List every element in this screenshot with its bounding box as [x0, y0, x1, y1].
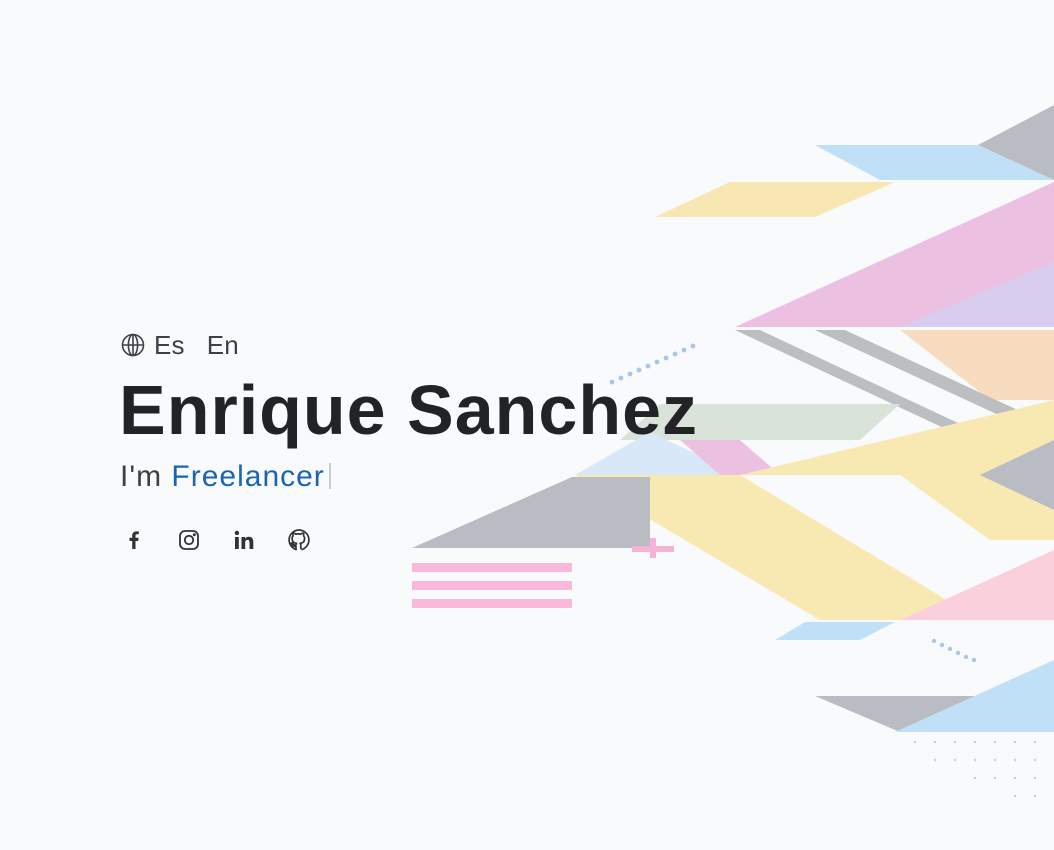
facebook-icon	[122, 528, 146, 552]
globe-icon	[120, 332, 146, 358]
tagline-role: Freelancer	[171, 460, 325, 493]
github-link[interactable]	[287, 528, 311, 552]
hero-section: Es En Enrique Sanchez I'm Freelancer	[119, 330, 699, 552]
typing-cursor	[328, 463, 331, 489]
instagram-icon	[177, 528, 201, 552]
linkedin-link[interactable]	[232, 528, 256, 552]
social-links	[122, 528, 698, 552]
tagline-prefix: I'm	[120, 460, 163, 493]
language-option-en[interactable]: En	[207, 330, 239, 360]
facebook-link[interactable]	[122, 528, 146, 552]
hero-tagline: I'm Freelancer	[120, 460, 698, 494]
github-icon	[287, 528, 311, 552]
linkedin-icon	[232, 528, 256, 552]
language-switcher: Es En	[120, 330, 698, 360]
hero-name: Enrique Sanchez	[119, 371, 699, 449]
instagram-link[interactable]	[177, 528, 201, 552]
language-option-es[interactable]: Es	[154, 330, 185, 360]
